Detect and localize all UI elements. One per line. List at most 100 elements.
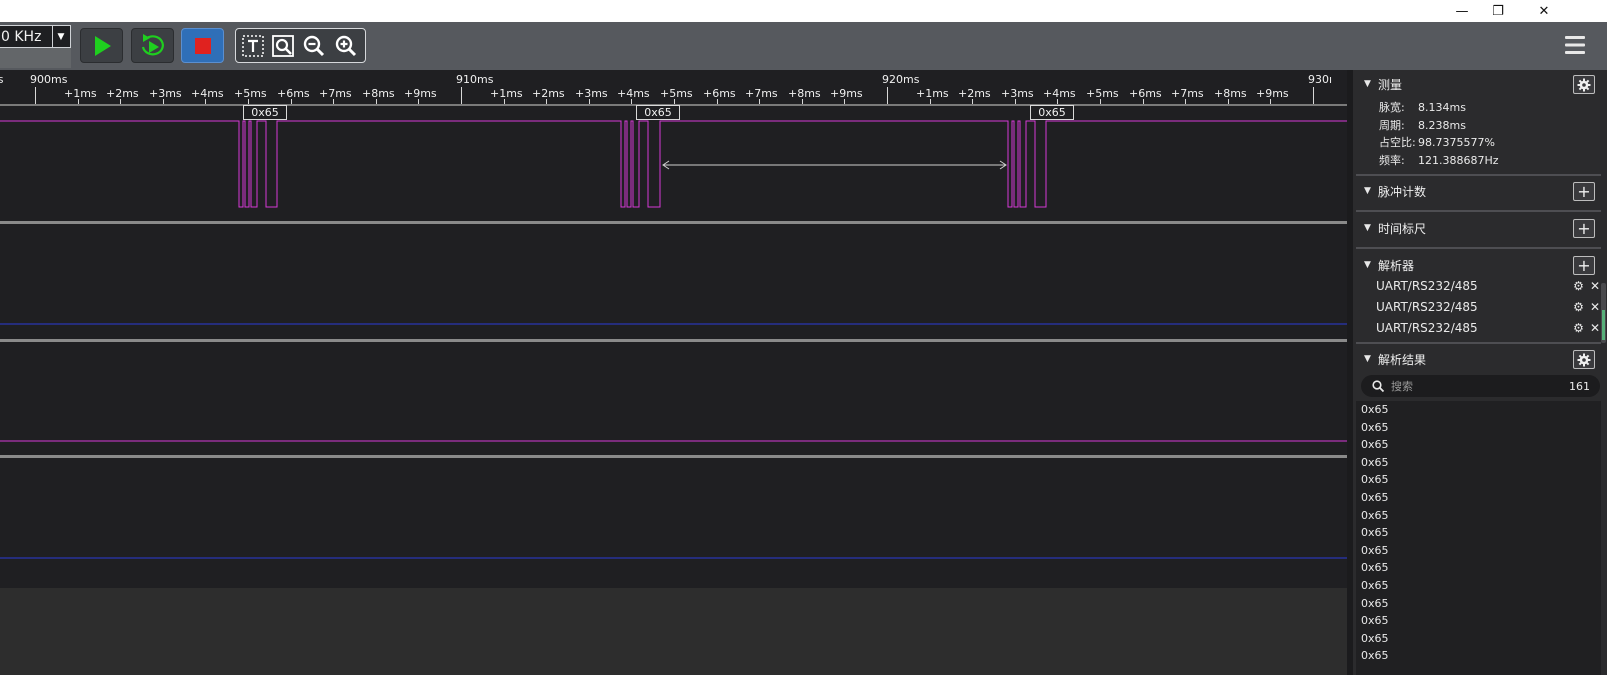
- results-section-header[interactable]: ▼ 解析结果: [1353, 346, 1601, 372]
- gear-icon[interactable]: ⚙: [1573, 321, 1584, 335]
- result-item[interactable]: 0x65: [1356, 577, 1601, 595]
- measure-row-width: 脉宽: 8.134ms: [1379, 101, 1466, 114]
- result-item[interactable]: 0x65: [1356, 489, 1601, 507]
- ruler-minor-label: +6ms: [703, 87, 736, 100]
- result-item[interactable]: 0x65: [1356, 419, 1601, 437]
- result-item[interactable]: 0x65: [1356, 401, 1601, 419]
- decoder-item[interactable]: UART/RS232/485 ⚙ ✕: [1376, 276, 1601, 296]
- decode-label[interactable]: 0x65: [1030, 105, 1074, 120]
- measure-section-header[interactable]: ▼ 测量: [1353, 71, 1601, 97]
- add-time-ruler-button[interactable]: +: [1573, 219, 1595, 238]
- result-item[interactable]: 0x65: [1356, 647, 1601, 665]
- ruler-minor-label: +4ms: [1043, 87, 1076, 100]
- result-item[interactable]: 0x65: [1356, 612, 1601, 630]
- close-icon[interactable]: ✕: [1590, 279, 1600, 293]
- results-settings-button[interactable]: [1573, 350, 1595, 369]
- result-item[interactable]: 0x65: [1356, 630, 1601, 648]
- zoom-out-button[interactable]: [300, 33, 327, 59]
- channel-separator[interactable]: [0, 221, 1347, 224]
- decode-label[interactable]: 0x65: [636, 105, 680, 120]
- stop-button[interactable]: [181, 28, 224, 63]
- ruler-major-label: 910ms: [456, 73, 494, 86]
- result-item[interactable]: 0x65: [1356, 471, 1601, 489]
- close-icon[interactable]: ✕: [1590, 300, 1600, 314]
- time-ruler[interactable]: ms 900ms 910ms 920ms 930ı +1ms +2ms +3ms +4ms +5m…: [0, 70, 1347, 106]
- ruler-minor-label: +8ms: [788, 87, 821, 100]
- ruler-minor-label: +2ms: [958, 87, 991, 100]
- close-icon: ✕: [1538, 3, 1550, 19]
- result-item[interactable]: 0x65: [1356, 507, 1601, 525]
- pulse-count-section-header[interactable]: ▼ 脉冲计数 +: [1353, 178, 1601, 204]
- hamburger-icon: [1565, 36, 1585, 54]
- plus-icon: +: [1577, 219, 1591, 238]
- search-icon: [1372, 380, 1385, 393]
- close-icon[interactable]: ✕: [1590, 321, 1600, 335]
- section-divider: [1356, 210, 1601, 212]
- gear-icon[interactable]: ⚙: [1573, 300, 1584, 314]
- expand-arrow-icon: ▼: [1364, 354, 1371, 364]
- start-button[interactable]: [80, 28, 123, 63]
- measure-row-duty: 占空比: 98.7375577%: [1379, 136, 1495, 149]
- ruler-minor-label: +9ms: [1256, 87, 1289, 100]
- time-ruler-section-header[interactable]: ▼ 时间标尺 +: [1353, 215, 1601, 241]
- result-item[interactable]: 0x65: [1356, 559, 1601, 577]
- ruler-minor-label: +7ms: [1171, 87, 1204, 100]
- add-decoder-button[interactable]: +: [1573, 256, 1595, 275]
- ruler-minor-label: +5ms: [660, 87, 693, 100]
- title-bar: — ❐ ✕: [0, 0, 1607, 22]
- results-list[interactable]: 0x65 0x65 0x65 0x65 0x65 0x65 0x65 0x65 0x65 0x65…: [1356, 401, 1601, 675]
- measure-row-frequency: 频率: 121.388687Hz: [1379, 154, 1499, 167]
- ruler-minor-label: +5ms: [1086, 87, 1119, 100]
- result-item[interactable]: 0x65: [1356, 454, 1601, 472]
- result-item[interactable]: 0x65: [1356, 436, 1601, 454]
- repeat-play-icon: [141, 33, 164, 55]
- result-item[interactable]: 0x65: [1356, 524, 1601, 542]
- ruler-minor-label: +1ms: [490, 87, 523, 100]
- sample-rate-value: 0 KHz: [1, 28, 42, 45]
- search-placeholder: 搜索: [1391, 380, 1413, 393]
- toolbar: 0 KHz ▼: [0, 22, 1607, 70]
- result-item[interactable]: 0x65: [1356, 542, 1601, 560]
- text-tool-button[interactable]: [239, 33, 266, 59]
- decoders-section-header[interactable]: ▼ 解析器 +: [1353, 252, 1601, 278]
- results-count: 161: [1569, 379, 1590, 393]
- channel-separator[interactable]: [0, 339, 1347, 342]
- zoom-fit-button[interactable]: [269, 33, 296, 59]
- repeat-start-button[interactable]: [131, 28, 174, 63]
- play-icon: [94, 35, 111, 56]
- ruler-minor-label: +3ms: [1001, 87, 1034, 100]
- zoom-out-icon: [303, 35, 324, 57]
- measure-settings-button[interactable]: [1573, 75, 1595, 94]
- ruler-major-tick: [887, 87, 888, 104]
- restore-button[interactable]: ❐: [1475, 0, 1521, 22]
- decoder-item[interactable]: UART/RS232/485 ⚙ ✕: [1376, 297, 1601, 317]
- measure-section-title: 测量: [1378, 77, 1403, 92]
- decoder-item[interactable]: UART/RS232/485 ⚙ ✕: [1376, 318, 1601, 338]
- channel-separator[interactable]: [0, 455, 1347, 458]
- decode-label[interactable]: 0x65: [243, 105, 287, 120]
- waveform-canvas: [0, 120, 1347, 559]
- close-window-button[interactable]: ✕: [1521, 0, 1567, 22]
- section-divider: [1356, 247, 1601, 249]
- panel-scrollbar-thumb[interactable]: [1602, 310, 1605, 340]
- zoom-in-icon: [335, 35, 356, 57]
- menu-button[interactable]: [1563, 33, 1587, 57]
- ruler-major-label: 900ms: [30, 73, 68, 86]
- gear-icon[interactable]: ⚙: [1573, 279, 1584, 293]
- zoom-in-button[interactable]: [332, 33, 359, 59]
- add-pulse-count-button[interactable]: +: [1573, 182, 1595, 201]
- ruler-minor-label: +7ms: [745, 87, 778, 100]
- expand-arrow-icon: ▼: [1364, 79, 1371, 89]
- waveform-area[interactable]: 0x65 0x65 0x65: [0, 105, 1347, 588]
- ruler-minor-label: +3ms: [575, 87, 608, 100]
- chevron-down-icon[interactable]: ▼: [52, 26, 69, 47]
- minimize-icon: —: [1455, 3, 1469, 19]
- results-search-input[interactable]: 搜索 161: [1361, 375, 1600, 397]
- section-divider: [1356, 342, 1601, 344]
- result-item[interactable]: 0x65: [1356, 595, 1601, 613]
- sample-rate-select[interactable]: 0 KHz ▼: [0, 25, 71, 48]
- measure-row-period: 周期: 8.238ms: [1379, 119, 1466, 132]
- ruler-major-label: 920ms: [882, 73, 920, 86]
- ruler-minor-label: +7ms: [319, 87, 352, 100]
- decoder-name: UART/RS232/485: [1376, 279, 1478, 293]
